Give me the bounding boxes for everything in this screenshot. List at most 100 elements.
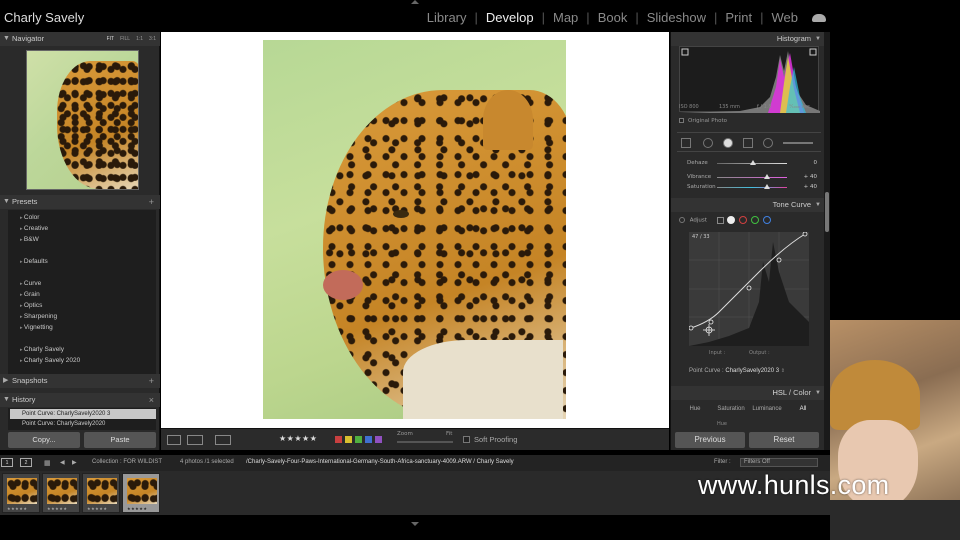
add-snapshot-icon[interactable]: + — [149, 374, 154, 388]
tab-hue[interactable]: Hue — [677, 402, 713, 416]
saturation-slider-track[interactable] — [717, 187, 787, 188]
module-develop[interactable]: Develop — [478, 10, 542, 25]
main-photo[interactable] — [263, 40, 566, 419]
file-path[interactable]: /Charly-Savely-Four-Paws-International-G… — [246, 459, 514, 465]
soft-proofing-checkbox[interactable] — [463, 436, 470, 443]
preset-group-bw[interactable]: B&W — [20, 236, 39, 243]
color-label-red[interactable] — [335, 436, 342, 443]
primary-monitor-icon[interactable]: 1 — [1, 458, 13, 467]
graduated-filter-icon[interactable] — [743, 138, 753, 148]
module-web[interactable]: Web — [764, 10, 807, 25]
module-print[interactable]: Print — [717, 10, 760, 25]
rating-stars[interactable]: ★★★★★ — [279, 434, 317, 443]
presets-header[interactable]: ▼ Presets + — [0, 195, 160, 209]
color-label-blue[interactable] — [365, 436, 372, 443]
tab-luminance[interactable]: Luminance — [749, 402, 785, 416]
module-map[interactable]: Map — [545, 10, 586, 25]
top-panel-toggle-icon[interactable] — [411, 0, 419, 4]
history-item[interactable]: Point Curve: CharlySavely2020 3 — [10, 409, 156, 419]
histogram-header[interactable]: Histogram ▼ — [671, 32, 825, 46]
zoom-slider[interactable] — [397, 441, 453, 443]
preset-group-curve[interactable]: Curve — [20, 280, 41, 287]
navigator-3to1-option[interactable]: 3:1 — [149, 32, 156, 46]
point-curve-value[interactable]: CharlySavely2020 3 — [725, 368, 779, 374]
navigator-preview[interactable] — [26, 50, 139, 190]
tone-curve-graph[interactable]: 47 / 33 — [688, 231, 809, 346]
previous-button[interactable]: Previous — [675, 432, 745, 448]
spot-removal-icon[interactable] — [703, 138, 713, 148]
point-curve-blue-icon[interactable] — [762, 216, 771, 224]
collection-source[interactable]: Collection : FOR WILDIST — [92, 459, 162, 465]
filter-dropdown[interactable]: Filters Off — [740, 458, 818, 467]
navigator-fit-option[interactable]: FIT — [107, 32, 115, 46]
navigator-header[interactable]: ▼ Navigator FIT FILL 1:1 3:1 — [0, 32, 160, 46]
point-curve-selector[interactable]: Point Curve : CharlySavely2020 3 ⇕ — [689, 368, 785, 374]
copy-button[interactable]: Copy... — [8, 432, 80, 448]
point-curve-green-icon[interactable] — [750, 216, 759, 224]
point-curve-red-icon[interactable] — [739, 216, 748, 224]
tab-all[interactable]: All — [785, 402, 821, 416]
filmstrip-thumb-selected[interactable]: ★★★★★ — [122, 473, 160, 513]
clear-history-icon[interactable]: × — [149, 393, 154, 407]
preset-group-grain[interactable]: Grain — [20, 291, 40, 298]
history-item[interactable]: Point Curve: CharlySavely2020 — [10, 419, 156, 429]
bottom-panel-toggle-icon[interactable] — [411, 522, 419, 526]
before-after-icon[interactable] — [187, 435, 203, 445]
loupe-view-icon[interactable] — [167, 435, 181, 445]
forward-arrow-icon[interactable]: ▶ — [72, 459, 77, 466]
collapse-triangle-icon: ▼ — [3, 198, 10, 205]
histogram[interactable] — [679, 46, 820, 113]
snapshots-header[interactable]: ▶ Snapshots + — [0, 374, 160, 388]
crop-icon[interactable] — [681, 138, 691, 148]
red-eye-icon[interactable] — [723, 138, 733, 148]
saturation-slider-knob[interactable] — [764, 184, 770, 189]
tone-curve-header[interactable]: Tone Curve ▼ — [671, 198, 825, 212]
reset-button[interactable]: Reset — [749, 432, 819, 448]
preset-group-charly-savely[interactable]: Charly Savely — [20, 346, 64, 353]
secondary-monitor-icon[interactable]: 2 — [20, 458, 32, 467]
preset-group-vignetting[interactable]: Vignetting — [20, 324, 53, 331]
before-after-swap-icon[interactable] — [215, 435, 231, 445]
preset-group-sharpening[interactable]: Sharpening — [20, 313, 57, 320]
add-preset-icon[interactable]: + — [149, 195, 154, 209]
color-label-green[interactable] — [355, 436, 362, 443]
preset-group-creative[interactable]: Creative — [20, 225, 48, 232]
parametric-curve-icon[interactable] — [716, 216, 724, 224]
soft-proofing-toggle[interactable]: Soft Proofing — [463, 435, 517, 444]
target-adjust-icon[interactable] — [679, 217, 685, 223]
filmstrip-thumb[interactable]: ★★★★★ — [82, 473, 120, 513]
cloud-icon[interactable] — [812, 13, 826, 22]
vibrance-slider-knob[interactable] — [764, 174, 770, 179]
grid-view-icon[interactable]: ▦ — [44, 459, 51, 467]
preset-group-charly-savely-2020[interactable]: Charly Savely 2020 — [20, 357, 80, 364]
module-slideshow[interactable]: Slideshow — [639, 10, 714, 25]
navigator-fill-option[interactable]: FILL — [120, 32, 130, 46]
navigator-1to1-option[interactable]: 1:1 — [136, 32, 143, 46]
hsl-header[interactable]: HSL / Color ▼ — [671, 386, 825, 400]
preset-group-defaults[interactable]: Defaults — [20, 258, 48, 265]
loupe-view[interactable] — [161, 32, 669, 428]
filmstrip-thumb[interactable]: ★★★★★ — [2, 473, 40, 513]
color-label-yellow[interactable] — [345, 436, 352, 443]
dehaze-slider-knob[interactable] — [750, 160, 756, 165]
paste-button[interactable]: Paste — [84, 432, 156, 448]
original-photo-checkbox[interactable] — [679, 118, 684, 123]
collapse-triangle-icon: ▼ — [815, 390, 821, 396]
preset-group-color[interactable]: Color — [20, 214, 40, 221]
color-label-purple[interactable] — [375, 436, 382, 443]
point-curve-rgb-icon[interactable] — [727, 216, 736, 224]
scrollbar-thumb[interactable] — [825, 192, 829, 232]
history-header[interactable]: ▼ History × — [0, 393, 160, 407]
back-arrow-icon[interactable]: ◀ — [60, 459, 65, 466]
dropdown-arrow-icon: ⇕ — [780, 368, 785, 374]
module-book[interactable]: Book — [590, 10, 636, 25]
filmstrip-thumb[interactable]: ★★★★★ — [42, 473, 80, 513]
module-library[interactable]: Library — [419, 10, 475, 25]
preset-group-optics[interactable]: Optics — [20, 302, 42, 309]
tab-saturation[interactable]: Saturation — [713, 402, 749, 416]
original-photo-toggle[interactable]: Original Photo — [679, 118, 727, 124]
vibrance-slider-track[interactable] — [717, 177, 787, 178]
adjustment-brush-icon[interactable] — [783, 142, 813, 144]
hsl-hue-row: Hue — [717, 421, 728, 427]
radial-filter-icon[interactable] — [763, 138, 773, 148]
